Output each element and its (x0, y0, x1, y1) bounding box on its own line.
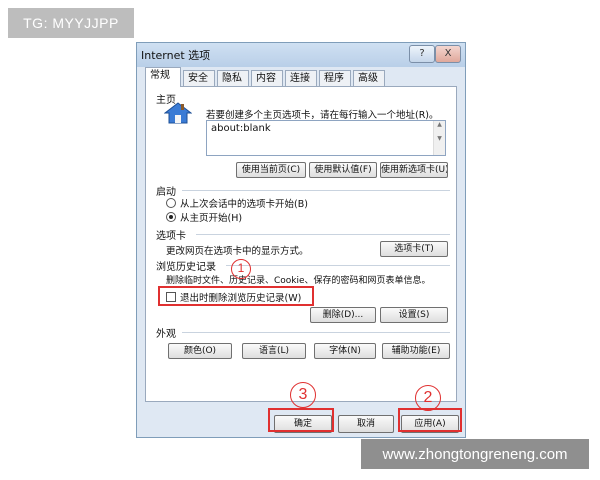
languages-button[interactable]: 语言(L) (242, 343, 306, 359)
highlight-ok-box (268, 408, 334, 432)
history-divider (226, 265, 450, 266)
use-new-tab-button[interactable]: 使用新选项卡(U) (380, 162, 448, 178)
radio-last-session[interactable] (166, 198, 176, 208)
history-section-title: 浏览历史记录 (156, 262, 216, 273)
tab-security[interactable]: 安全 (183, 70, 215, 86)
tg-badge: TG: MYYJJPP (8, 8, 134, 38)
tab-programs[interactable]: 程序 (319, 70, 351, 86)
annotation-marker-1: 1 (231, 259, 251, 279)
titlebar: Internet 选项 ? X (137, 43, 465, 67)
radio-last-session-label: 从上次会话中的选项卡开始(B) (180, 199, 308, 210)
history-settings-button[interactable]: 设置(S) (380, 307, 448, 323)
home-url-textarea[interactable]: about:blank ▲ ▼ (206, 120, 446, 156)
general-panel: 主页 若要创建多个主页选项卡，请在每行输入一个地址(R)。 about:blan… (145, 86, 457, 402)
startup-divider (182, 190, 450, 191)
fonts-button[interactable]: 字体(N) (314, 343, 376, 359)
tab-content[interactable]: 内容 (251, 70, 283, 86)
delete-history-button[interactable]: 删除(D)... (310, 307, 376, 323)
window-title: Internet 选项 (141, 49, 211, 62)
close-button[interactable]: X (435, 45, 461, 63)
textarea-scrollbar[interactable]: ▲ ▼ (433, 121, 445, 155)
tab-general[interactable]: 常规 (145, 67, 181, 87)
use-default-button[interactable]: 使用默认值(F) (309, 162, 377, 178)
startup-section-title: 启动 (156, 187, 176, 198)
home-url-value: about:blank (211, 123, 271, 134)
tabs-settings-button[interactable]: 选项卡(T) (380, 241, 448, 257)
colors-button[interactable]: 颜色(O) (168, 343, 232, 359)
home-hint: 若要创建多个主页选项卡，请在每行输入一个地址(R)。 (206, 110, 439, 121)
radio-home-page-label: 从主页开始(H) (180, 213, 243, 224)
internet-options-window: Internet 选项 ? X 常规 安全 隐私 内容 连接 程序 高级 主页 … (136, 42, 466, 438)
highlight-checkbox-box (158, 286, 314, 306)
help-button[interactable]: ? (409, 45, 435, 63)
tabs-divider (196, 234, 450, 235)
cancel-button[interactable]: 取消 (338, 415, 394, 433)
appearance-section-title: 外观 (156, 329, 176, 340)
tabs-section-title: 选项卡 (156, 231, 186, 242)
appearance-divider (182, 332, 450, 333)
annotation-marker-2: 2 (415, 385, 441, 411)
accessibility-button[interactable]: 辅助功能(E) (382, 343, 450, 359)
radio-home-page[interactable] (166, 212, 176, 222)
use-current-button[interactable]: 使用当前页(C) (236, 162, 306, 178)
highlight-apply-box (398, 408, 462, 432)
home-icon (164, 102, 192, 124)
tabs-desc: 更改网页在选项卡中的显示方式。 (166, 246, 309, 257)
tab-privacy[interactable]: 隐私 (217, 70, 249, 86)
annotation-marker-3: 3 (290, 382, 316, 408)
tab-advanced[interactable]: 高级 (353, 70, 385, 86)
site-watermark: www.zhongtongreneng.com (361, 439, 589, 469)
tab-connections[interactable]: 连接 (285, 70, 317, 86)
history-desc: 删除临时文件、历史记录、Cookie、保存的密码和网页表单信息。 (166, 276, 431, 286)
